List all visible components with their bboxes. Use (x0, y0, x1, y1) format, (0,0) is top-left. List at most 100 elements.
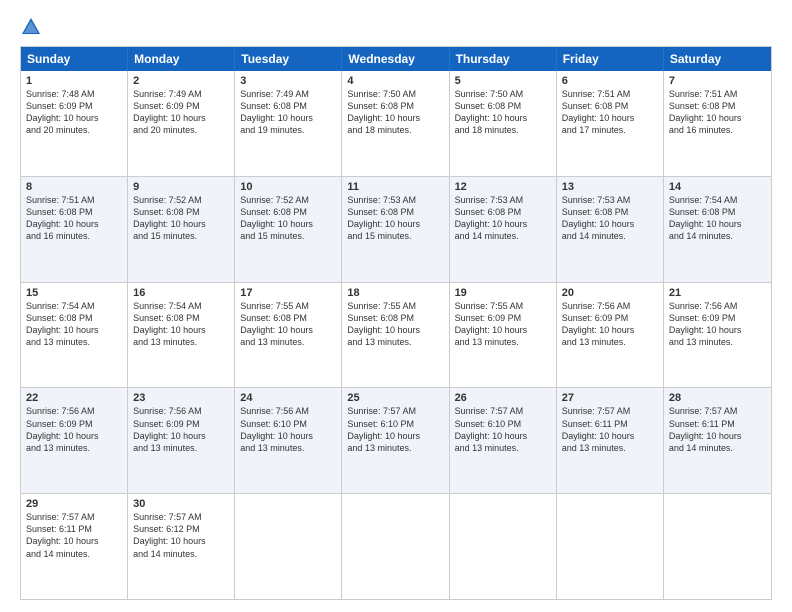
header-day-wednesday: Wednesday (342, 47, 449, 71)
day-number: 25 (347, 392, 443, 404)
day-cell-21: 21Sunrise: 7:56 AM Sunset: 6:09 PM Dayli… (664, 283, 771, 388)
day-number: 8 (26, 181, 122, 193)
day-cell-4: 4Sunrise: 7:50 AM Sunset: 6:08 PM Daylig… (342, 71, 449, 176)
day-number: 23 (133, 392, 229, 404)
day-info: Sunrise: 7:52 AM Sunset: 6:08 PM Dayligh… (133, 194, 229, 243)
day-cell-26: 26Sunrise: 7:57 AM Sunset: 6:10 PM Dayli… (450, 388, 557, 493)
day-info: Sunrise: 7:55 AM Sunset: 6:09 PM Dayligh… (455, 300, 551, 349)
day-number: 11 (347, 181, 443, 193)
day-cell-15: 15Sunrise: 7:54 AM Sunset: 6:08 PM Dayli… (21, 283, 128, 388)
day-number: 28 (669, 392, 766, 404)
day-number: 26 (455, 392, 551, 404)
day-number: 7 (669, 75, 766, 87)
day-info: Sunrise: 7:55 AM Sunset: 6:08 PM Dayligh… (347, 300, 443, 349)
day-cell-27: 27Sunrise: 7:57 AM Sunset: 6:11 PM Dayli… (557, 388, 664, 493)
logo (20, 16, 46, 38)
day-number: 27 (562, 392, 658, 404)
day-info: Sunrise: 7:53 AM Sunset: 6:08 PM Dayligh… (562, 194, 658, 243)
day-cell-18: 18Sunrise: 7:55 AM Sunset: 6:08 PM Dayli… (342, 283, 449, 388)
day-info: Sunrise: 7:56 AM Sunset: 6:09 PM Dayligh… (26, 405, 122, 454)
calendar-row-1: 8Sunrise: 7:51 AM Sunset: 6:08 PM Daylig… (21, 177, 771, 283)
header-day-thursday: Thursday (450, 47, 557, 71)
day-cell-6: 6Sunrise: 7:51 AM Sunset: 6:08 PM Daylig… (557, 71, 664, 176)
day-number: 14 (669, 181, 766, 193)
day-number: 10 (240, 181, 336, 193)
day-info: Sunrise: 7:49 AM Sunset: 6:08 PM Dayligh… (240, 88, 336, 137)
day-cell-20: 20Sunrise: 7:56 AM Sunset: 6:09 PM Dayli… (557, 283, 664, 388)
day-number: 17 (240, 287, 336, 299)
day-cell-1: 1Sunrise: 7:48 AM Sunset: 6:09 PM Daylig… (21, 71, 128, 176)
empty-cell-4-5 (557, 494, 664, 599)
day-number: 3 (240, 75, 336, 87)
day-cell-10: 10Sunrise: 7:52 AM Sunset: 6:08 PM Dayli… (235, 177, 342, 282)
day-info: Sunrise: 7:57 AM Sunset: 6:11 PM Dayligh… (562, 405, 658, 454)
day-cell-23: 23Sunrise: 7:56 AM Sunset: 6:09 PM Dayli… (128, 388, 235, 493)
day-cell-13: 13Sunrise: 7:53 AM Sunset: 6:08 PM Dayli… (557, 177, 664, 282)
calendar-header: SundayMondayTuesdayWednesdayThursdayFrid… (21, 47, 771, 71)
day-info: Sunrise: 7:57 AM Sunset: 6:12 PM Dayligh… (133, 511, 229, 560)
calendar-row-0: 1Sunrise: 7:48 AM Sunset: 6:09 PM Daylig… (21, 71, 771, 177)
day-number: 9 (133, 181, 229, 193)
day-cell-3: 3Sunrise: 7:49 AM Sunset: 6:08 PM Daylig… (235, 71, 342, 176)
day-number: 15 (26, 287, 122, 299)
calendar-row-2: 15 Sunrise: 7:54 AM Sunset: 6:08 PM Dayli… (21, 283, 771, 389)
day-number: 29 (26, 498, 122, 510)
day-number: 30 (133, 498, 229, 510)
day-cell-29: 29Sunrise: 7:57 AM Sunset: 6:11 PM Dayli… (21, 494, 128, 599)
day-info: Sunrise: 7:56 AM Sunset: 6:09 PM Dayligh… (133, 405, 229, 454)
day-info: Sunrise: 7:51 AM Sunset: 6:08 PM Dayligh… (669, 88, 766, 137)
day-cell-25: 25Sunrise: 7:57 AM Sunset: 6:10 PM Dayli… (342, 388, 449, 493)
calendar-row-4: 29Sunrise: 7:57 AM Sunset: 6:11 PM Dayli… (21, 494, 771, 599)
day-info: Sunrise: 7:56 AM Sunset: 6:09 PM Dayligh… (669, 300, 766, 349)
day-cell-30: 30Sunrise: 7:57 AM Sunset: 6:12 PM Dayli… (128, 494, 235, 599)
header-day-sunday: Sunday (21, 47, 128, 71)
day-cell-28: 28Sunrise: 7:57 AM Sunset: 6:11 PM Dayli… (664, 388, 771, 493)
day-number: 21 (669, 287, 766, 299)
day-cell-19: 19Sunrise: 7:55 AM Sunset: 6:09 PM Dayli… (450, 283, 557, 388)
page: SundayMondayTuesdayWednesdayThursdayFrid… (0, 0, 792, 612)
day-info: Sunrise: 7:50 AM Sunset: 6:08 PM Dayligh… (347, 88, 443, 137)
day-info: Sunrise: 7:53 AM Sunset: 6:08 PM Dayligh… (455, 194, 551, 243)
day-number: 13 (562, 181, 658, 193)
day-cell-16: 16Sunrise: 7:54 AM Sunset: 6:08 PM Dayli… (128, 283, 235, 388)
day-number: 20 (562, 287, 658, 299)
day-info: Sunrise: 7:51 AM Sunset: 6:08 PM Dayligh… (562, 88, 658, 137)
day-cell-5: 5Sunrise: 7:50 AM Sunset: 6:08 PM Daylig… (450, 71, 557, 176)
header-day-monday: Monday (128, 47, 235, 71)
calendar-row-3: 22Sunrise: 7:56 AM Sunset: 6:09 PM Dayli… (21, 388, 771, 494)
day-info: Sunrise: 7:55 AM Sunset: 6:08 PM Dayligh… (240, 300, 336, 349)
day-info: Sunrise: 7:54 AM Sunset: 6:08 PM Dayligh… (133, 300, 229, 349)
day-info: Sunrise: 7:50 AM Sunset: 6:08 PM Dayligh… (455, 88, 551, 137)
day-info: Sunrise: 7:57 AM Sunset: 6:10 PM Dayligh… (347, 405, 443, 454)
day-cell-11: 11Sunrise: 7:53 AM Sunset: 6:08 PM Dayli… (342, 177, 449, 282)
empty-cell-4-6 (664, 494, 771, 599)
day-number: 24 (240, 392, 336, 404)
day-number: 4 (347, 75, 443, 87)
header-day-tuesday: Tuesday (235, 47, 342, 71)
day-number: 16 (133, 287, 229, 299)
logo-icon (20, 16, 42, 38)
day-cell-7: 7Sunrise: 7:51 AM Sunset: 6:08 PM Daylig… (664, 71, 771, 176)
header-day-saturday: Saturday (664, 47, 771, 71)
day-number: 18 (347, 287, 443, 299)
empty-cell-4-2 (235, 494, 342, 599)
day-cell-2: 2Sunrise: 7:49 AM Sunset: 6:09 PM Daylig… (128, 71, 235, 176)
day-info: Sunrise: 7:57 AM Sunset: 6:11 PM Dayligh… (669, 405, 766, 454)
day-number: 1 (26, 75, 122, 87)
calendar-body: 1Sunrise: 7:48 AM Sunset: 6:09 PM Daylig… (21, 71, 771, 599)
empty-cell-4-4 (450, 494, 557, 599)
day-number: 2 (133, 75, 229, 87)
calendar: SundayMondayTuesdayWednesdayThursdayFrid… (20, 46, 772, 600)
day-info: Sunrise: 7:57 AM Sunset: 6:10 PM Dayligh… (455, 405, 551, 454)
day-info: Sunrise: 7:53 AM Sunset: 6:08 PM Dayligh… (347, 194, 443, 243)
day-cell-12: 12Sunrise: 7:53 AM Sunset: 6:08 PM Dayli… (450, 177, 557, 282)
day-info: Sunrise: 7:56 AM Sunset: 6:09 PM Dayligh… (562, 300, 658, 349)
header (20, 16, 772, 38)
day-number: 12 (455, 181, 551, 193)
day-info: Sunrise: 7:57 AM Sunset: 6:11 PM Dayligh… (26, 511, 122, 560)
day-number: 6 (562, 75, 658, 87)
day-number: 5 (455, 75, 551, 87)
day-info: Sunrise: 7:49 AM Sunset: 6:09 PM Dayligh… (133, 88, 229, 137)
day-number: 19 (455, 287, 551, 299)
day-cell-17: 17Sunrise: 7:55 AM Sunset: 6:08 PM Dayli… (235, 283, 342, 388)
